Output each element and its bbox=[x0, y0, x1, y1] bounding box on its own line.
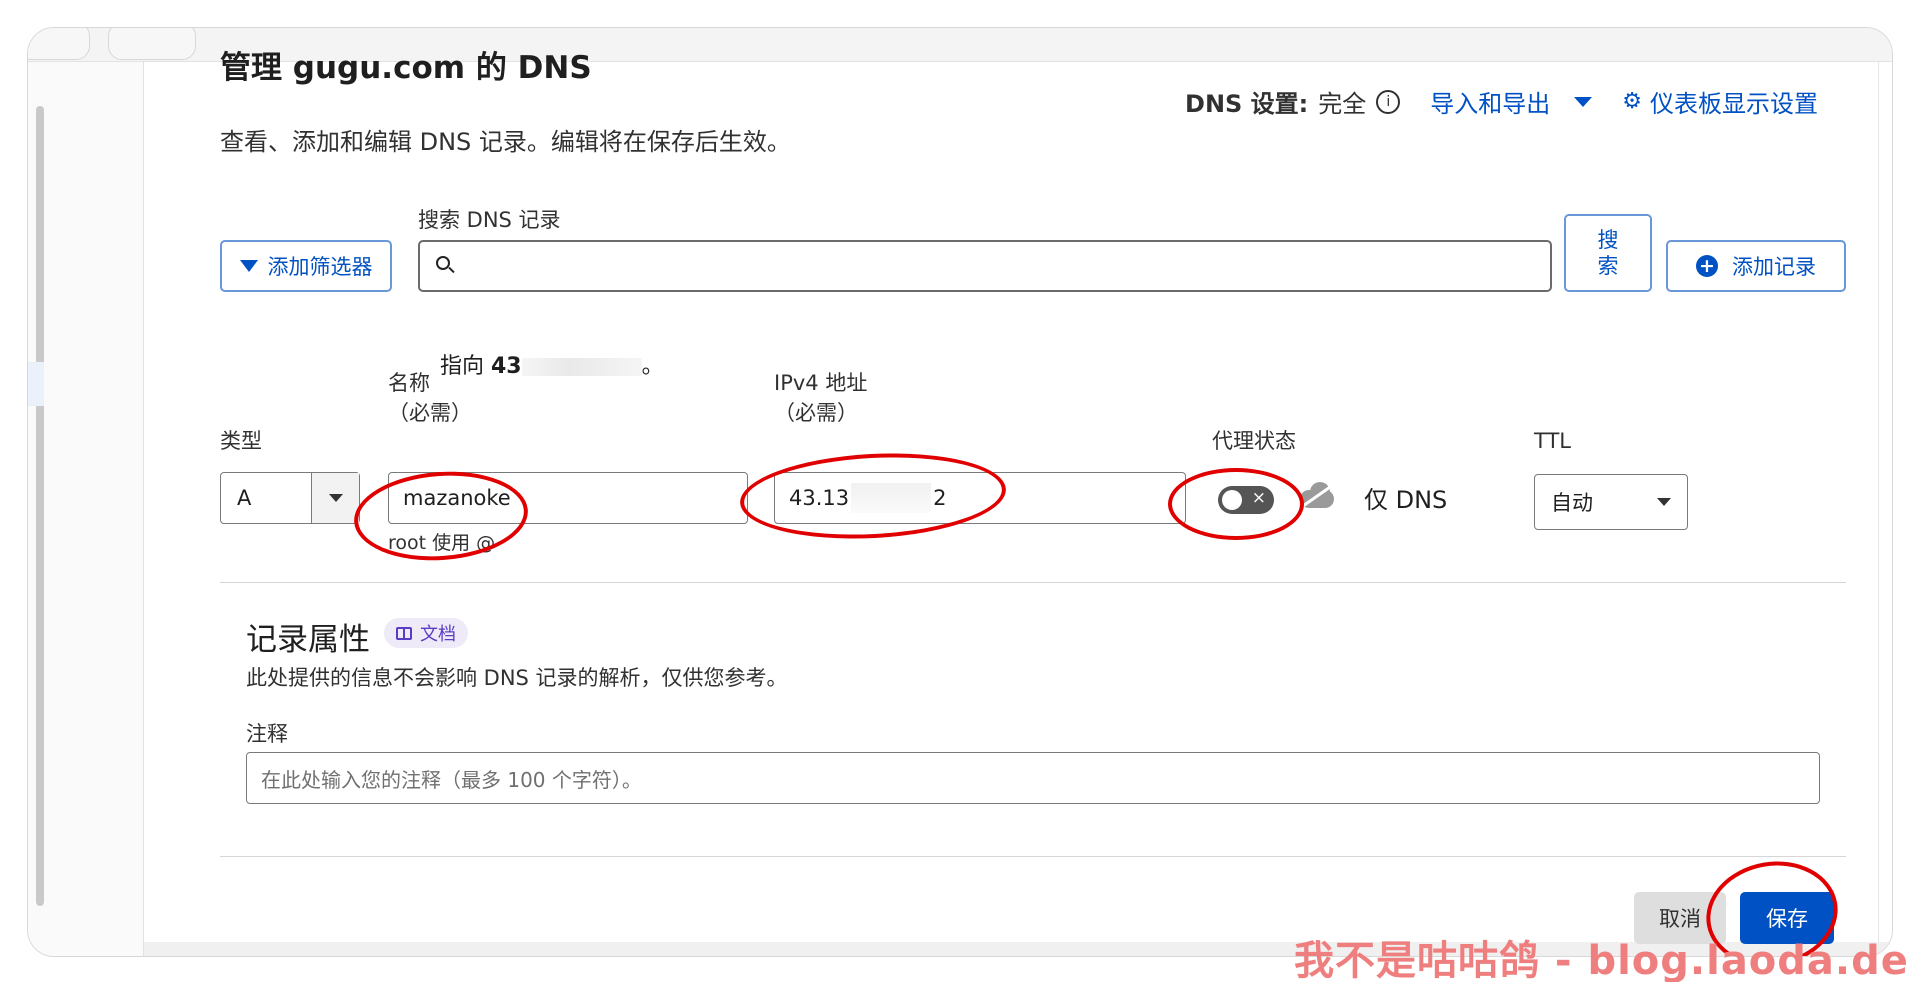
name-value: mazanoke bbox=[403, 486, 511, 510]
proxy-toggle[interactable]: × bbox=[1218, 486, 1274, 514]
dns-setting-status: DNS 设置: 完全 i bbox=[1185, 84, 1401, 119]
record-attributes-description: 此处提供的信息不会影响 DNS 记录的解析，仅供您参考。 bbox=[246, 666, 788, 690]
close-icon: × bbox=[1251, 488, 1266, 508]
header-actions: DNS 设置: 完全 i 导入和导出 ⚙ 仪表板显示设置 bbox=[1185, 84, 1818, 119]
ipv4-label: IPv4 地址 （必需） bbox=[774, 368, 867, 428]
add-record-button[interactable]: + 添加记录 bbox=[1666, 240, 1846, 292]
name-label: 名称 （必需） bbox=[388, 368, 472, 428]
caret-down-icon bbox=[1574, 96, 1593, 107]
note-input[interactable]: 在此处输入您的注释（最多 100 个字符）。 bbox=[246, 752, 1820, 804]
search-button-line1: 搜 bbox=[1597, 228, 1619, 252]
ttl-value: 自动 bbox=[1551, 491, 1593, 515]
ipv4-label-text: IPv4 地址 bbox=[774, 371, 868, 395]
name-input[interactable]: mazanoke bbox=[388, 472, 748, 524]
proxy-state-text: 仅 DNS bbox=[1364, 486, 1448, 514]
caret-down-icon bbox=[1657, 498, 1671, 506]
name-helper-text: root 使用 @ bbox=[388, 532, 496, 554]
search-input[interactable] bbox=[418, 240, 1552, 292]
redacted-region bbox=[521, 358, 642, 376]
divider bbox=[220, 856, 1846, 857]
right-scroll-track[interactable] bbox=[1878, 62, 1892, 956]
browser-window: 管理 gugu.com 的 DNS 查看、添加和编辑 DNS 记录。编辑将在保存… bbox=[28, 28, 1892, 956]
sidebar-scrollbar[interactable] bbox=[36, 106, 44, 906]
record-summary-suffix: 。 bbox=[641, 354, 664, 379]
type-select[interactable]: A bbox=[220, 472, 360, 524]
dns-setting-value: 完全 bbox=[1318, 90, 1367, 118]
browser-tab[interactable] bbox=[28, 28, 90, 60]
record-attributes-title: 记录属性 bbox=[246, 622, 370, 658]
left-sidebar bbox=[28, 62, 144, 956]
info-icon[interactable]: i bbox=[1376, 89, 1401, 114]
record-summary: 指向 43。 bbox=[440, 348, 664, 380]
ttl-label: TTL bbox=[1534, 429, 1571, 453]
record-summary-ip: 43 bbox=[491, 354, 522, 379]
add-filter-label: 添加筛选器 bbox=[267, 255, 373, 279]
browser-tab[interactable] bbox=[108, 28, 196, 60]
type-value: A bbox=[237, 486, 252, 510]
gear-icon: ⚙ bbox=[1622, 89, 1642, 114]
type-label: 类型 bbox=[220, 429, 262, 453]
book-icon bbox=[396, 626, 412, 640]
docs-link[interactable]: 文档 bbox=[384, 618, 468, 648]
toggle-knob bbox=[1222, 490, 1242, 510]
add-record-label: 添加记录 bbox=[1732, 255, 1816, 279]
proxy-status-label: 代理状态 bbox=[1212, 429, 1296, 453]
divider bbox=[220, 582, 1846, 583]
name-label-required: （必需） bbox=[388, 401, 472, 425]
filter-icon bbox=[239, 260, 258, 272]
ipv4-label-required: （必需） bbox=[774, 401, 858, 425]
dashboard-settings-label: 仪表板显示设置 bbox=[1650, 90, 1818, 118]
redacted-region bbox=[851, 483, 932, 513]
page-title: 管理 gugu.com 的 DNS bbox=[220, 50, 592, 86]
cloud-off-icon bbox=[1294, 480, 1339, 511]
dns-setting-label: DNS 设置: bbox=[1185, 90, 1309, 118]
sidebar-active-marker bbox=[28, 362, 44, 406]
note-placeholder: 在此处输入您的注释（最多 100 个字符）。 bbox=[261, 767, 642, 792]
ipv4-value-start: 43.13 bbox=[789, 486, 850, 510]
add-filter-button[interactable]: 添加筛选器 bbox=[220, 240, 392, 292]
search-button[interactable]: 搜索 bbox=[1564, 214, 1652, 292]
watermark: 我不是咕咕鸽 - blog.laoda.de bbox=[1294, 938, 1909, 982]
ttl-select[interactable]: 自动 bbox=[1534, 474, 1688, 530]
dns-record-panel: 管理 gugu.com 的 DNS 查看、添加和编辑 DNS 记录。编辑将在保存… bbox=[144, 50, 1878, 956]
ipv4-input[interactable]: 43.13 2 bbox=[774, 472, 1186, 524]
search-button-line2: 索 bbox=[1597, 254, 1619, 278]
ipv4-value-end: 2 bbox=[933, 486, 947, 510]
name-label-text: 名称 bbox=[388, 371, 430, 395]
search-label: 搜索 DNS 记录 bbox=[418, 208, 561, 232]
caret-down-icon bbox=[328, 494, 343, 502]
plus-circle-icon: + bbox=[1696, 255, 1718, 277]
search-icon bbox=[436, 256, 455, 274]
page-subtitle: 查看、添加和编辑 DNS 记录。编辑将在保存后生效。 bbox=[220, 128, 791, 156]
docs-link-label: 文档 bbox=[420, 624, 456, 645]
dashboard-settings-link[interactable]: ⚙ 仪表板显示设置 bbox=[1622, 84, 1818, 119]
type-dropdown-toggle[interactable] bbox=[311, 473, 359, 523]
import-export-label: 导入和导出 bbox=[1430, 90, 1551, 118]
note-label: 注释 bbox=[246, 722, 288, 746]
import-export-menu[interactable]: 导入和导出 bbox=[1430, 84, 1593, 119]
